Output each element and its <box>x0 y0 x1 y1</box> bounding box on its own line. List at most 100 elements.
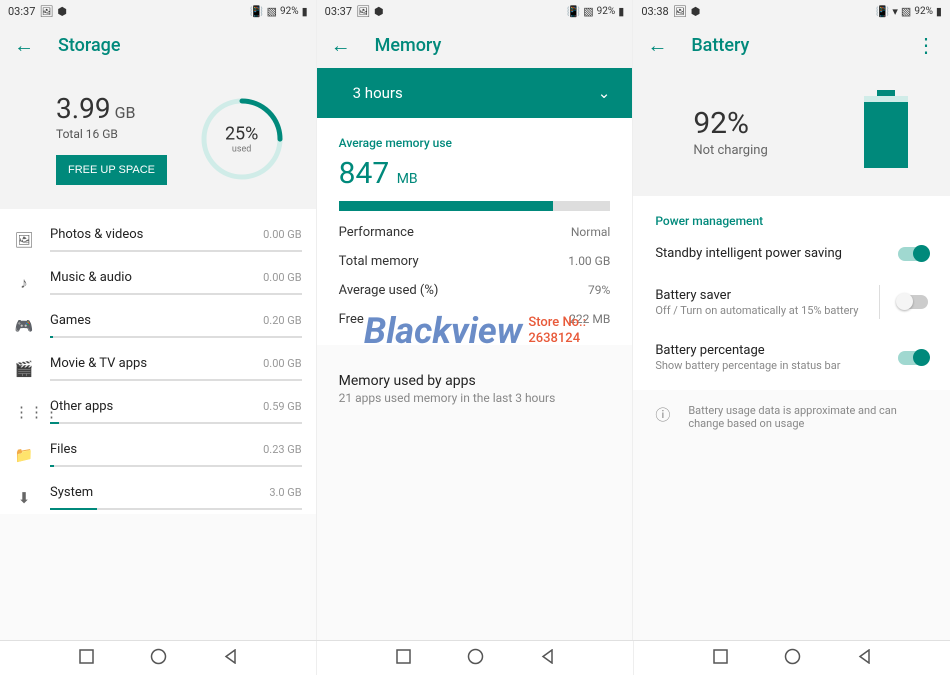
duration-dropdown[interactable]: 3 hours ⌄ <box>317 68 633 118</box>
battery-setting-row[interactable]: Battery percentage Show battery percenta… <box>655 331 928 384</box>
storage-item-bar <box>50 379 302 381</box>
image-icon: 🖼 <box>356 5 370 18</box>
storage-item-size: 0.23 GB <box>263 443 302 456</box>
nav-home-button[interactable] <box>150 648 167 669</box>
storage-total: Total 16 GB <box>56 127 168 141</box>
battery-status: Not charging <box>693 143 767 158</box>
app-header: ← Memory <box>317 22 633 68</box>
stat-label: Average used (%) <box>339 283 439 298</box>
chevron-down-icon: ⌄ <box>598 84 611 102</box>
mem-apps-title: Memory used by apps <box>339 373 611 389</box>
storage-item-size: 0.59 GB <box>263 400 302 413</box>
stat-value: 222 MB <box>569 312 610 327</box>
memory-stat-row: Total memory 1.00 GB <box>339 254 611 269</box>
storage-item-size: 0.00 GB <box>263 271 302 284</box>
battery-setting-row[interactable]: Standby intelligent power saving <box>655 234 928 273</box>
nav-recent-button[interactable] <box>713 649 728 668</box>
stat-value: 1.00 GB <box>568 254 610 269</box>
power-management-section: Power management Standby intelligent pow… <box>633 196 950 390</box>
battery-setting-row[interactable]: Battery saver Off / Turn on automaticall… <box>655 273 928 331</box>
ring-label: used <box>225 144 258 154</box>
setting-title: Standby intelligent power saving <box>655 246 888 261</box>
info-icon: ⓘ <box>655 404 670 425</box>
storage-summary: 3.99 GB Total 16 GB FREE UP SPACE 25% us… <box>0 68 316 209</box>
category-icon: 🎬 <box>14 360 34 378</box>
category-icon: 📁 <box>14 446 34 464</box>
storage-item-title: Other apps <box>50 399 113 414</box>
status-time: 03:38 <box>641 5 668 18</box>
storage-item-title: Movie & TV apps <box>50 356 147 371</box>
toggle-switch[interactable] <box>898 351 928 365</box>
storage-item-size: 0.00 GB <box>263 357 302 370</box>
battery-panel: 03:38 🖼 ⬢ 📳 ▾ ▧ 92% ▮ ← Battery ⋮ 92% No… <box>633 0 950 640</box>
storage-item[interactable]: ⬇ System 3.0 GB <box>0 471 316 514</box>
storage-list: 🖼 Photos & videos 0.00 GB ♪ Music & audi… <box>0 209 316 514</box>
back-arrow-icon[interactable]: ← <box>647 33 667 58</box>
page-title: Battery <box>691 35 892 56</box>
status-bar: 03:38 🖼 ⬢ 📳 ▾ ▧ 92% ▮ <box>633 0 950 22</box>
status-battery-pct: 92% <box>914 6 933 17</box>
storage-item[interactable]: 📁 Files 0.23 GB <box>0 428 316 471</box>
setting-title: Battery percentage <box>655 343 888 358</box>
storage-item[interactable]: 🎮 Games 0.20 GB <box>0 299 316 342</box>
toggle-switch[interactable] <box>898 247 928 261</box>
battery-icon: ▮ <box>618 5 624 18</box>
no-sim-icon: ▧ <box>267 5 277 18</box>
storage-item-bar <box>50 293 302 295</box>
vibrate-icon: 📳 <box>250 5 264 18</box>
stat-label: Total memory <box>339 254 419 269</box>
app-header: ← Battery ⋮ <box>633 22 950 68</box>
status-bar: 03:37 🖼 ⬢ 📳 ▧ 92% ▮ <box>0 0 316 22</box>
setting-sub: Off / Turn on automatically at 15% batte… <box>655 304 869 317</box>
memory-bar <box>339 201 611 211</box>
nav-recent-button[interactable] <box>79 649 94 668</box>
storage-item[interactable]: ♪ Music & audio 0.00 GB <box>0 256 316 299</box>
stat-label: Free <box>339 312 364 327</box>
status-time: 03:37 <box>8 5 35 18</box>
free-up-space-button[interactable]: FREE UP SPACE <box>56 155 167 185</box>
setting-sub: Show battery percentage in status bar <box>655 359 888 372</box>
storage-item[interactable]: 🖼 Photos & videos 0.00 GB <box>0 213 316 256</box>
nav-back-button[interactable] <box>223 649 238 668</box>
storage-item-size: 0.00 GB <box>263 228 302 241</box>
storage-item[interactable]: ⋮⋮⋮ Other apps 0.59 GB <box>0 385 316 428</box>
storage-item[interactable]: 🎬 Movie & TV apps 0.00 GB <box>0 342 316 385</box>
nav-recent-button[interactable] <box>396 649 411 668</box>
nav-home-button[interactable] <box>467 648 484 669</box>
storage-used-value: 3.99 <box>56 92 111 125</box>
memory-stat-row: PerformanceNormal <box>339 225 611 240</box>
battery-large-icon <box>864 96 908 168</box>
nav-back-button[interactable] <box>857 649 872 668</box>
navigation-bar <box>0 640 950 675</box>
category-icon: 🖼 <box>14 231 34 249</box>
storage-item-bar <box>50 422 302 424</box>
back-arrow-icon[interactable]: ← <box>331 33 351 58</box>
nav-back-button[interactable] <box>540 649 555 668</box>
page-title: Memory <box>375 35 619 56</box>
storage-item-title: Music & audio <box>50 270 132 285</box>
status-battery-pct: 92% <box>597 6 616 17</box>
memory-by-apps[interactable]: Memory used by apps 21 apps used memory … <box>317 345 633 433</box>
storage-item-title: Games <box>50 313 91 328</box>
battery-info-note: ⓘ Battery usage data is approximate and … <box>633 390 950 444</box>
back-arrow-icon[interactable]: ← <box>14 33 34 58</box>
stat-value: 79% <box>588 283 610 298</box>
storage-item-bar <box>50 250 302 252</box>
more-icon[interactable]: ⋮ <box>916 33 936 57</box>
battery-pct: 92% <box>693 106 767 141</box>
toggle-switch[interactable] <box>898 295 928 309</box>
image-icon: 🖼 <box>39 5 53 18</box>
storage-item-size: 0.20 GB <box>263 314 302 327</box>
category-icon: ♪ <box>14 274 34 292</box>
nav-home-button[interactable] <box>784 648 801 669</box>
vibrate-icon: 📳 <box>876 5 890 18</box>
status-time: 03:37 <box>325 5 352 18</box>
storage-panel: 03:37 🖼 ⬢ 📳 ▧ 92% ▮ ← Storage 3.99 GB To… <box>0 0 317 640</box>
vibrate-icon: 📳 <box>567 5 581 18</box>
page-title: Storage <box>58 35 302 56</box>
storage-item-bar <box>50 465 302 467</box>
storage-item-size: 3.0 GB <box>269 486 301 499</box>
bug-icon: ⬢ <box>691 5 701 18</box>
category-icon: ⬇ <box>14 489 34 507</box>
status-battery-pct: 92% <box>280 6 299 17</box>
